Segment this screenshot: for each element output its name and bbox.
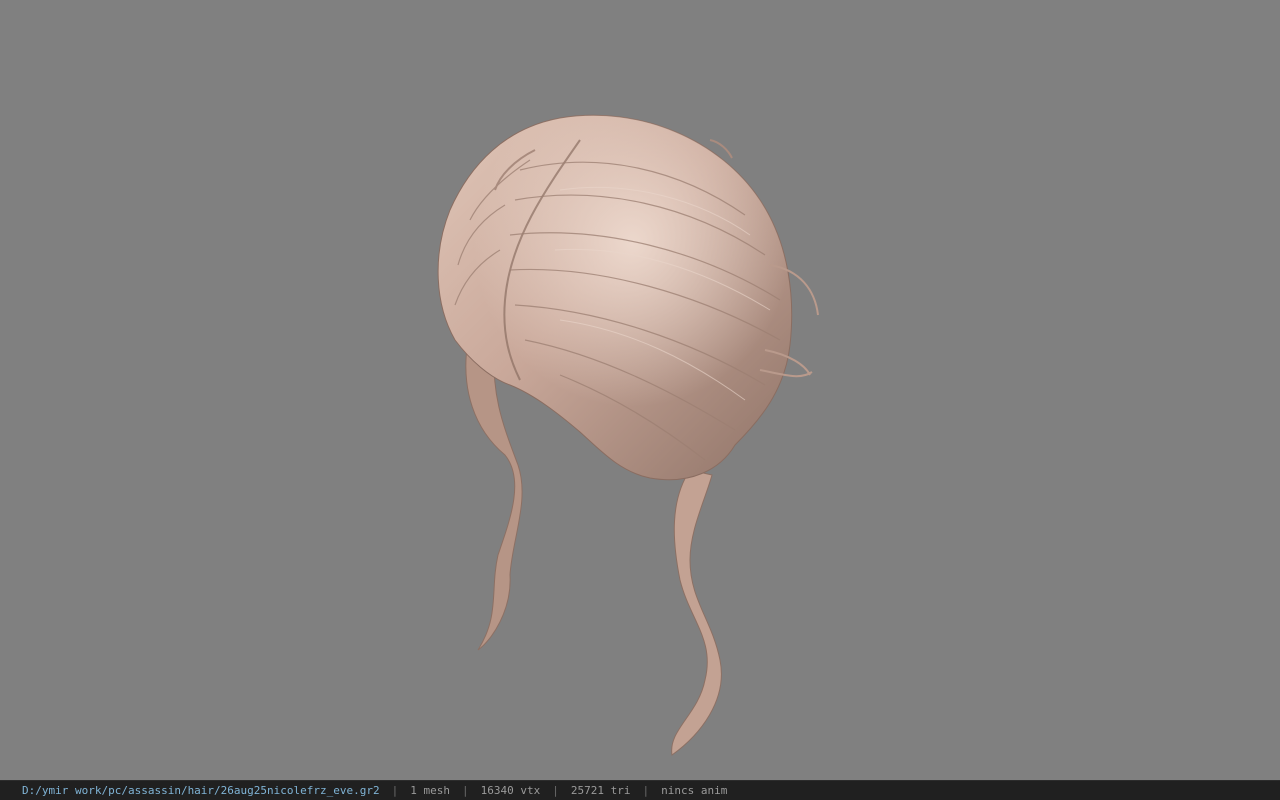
hair-strand-right <box>671 469 722 756</box>
triangle-count-label: 25721 tri <box>570 784 631 797</box>
hair-model[interactable] <box>0 0 1280 780</box>
status-bar: D:/ymir work/pc/assassin/hair/26aug25nic… <box>0 780 1280 800</box>
file-path-label: D:/ymir work/pc/assassin/hair/26aug25nic… <box>22 784 380 797</box>
animation-status-label: nincs anim <box>661 784 728 797</box>
mesh-count-label: 1 mesh <box>410 784 450 797</box>
status-separator: | <box>391 784 399 797</box>
status-separator: | <box>642 784 650 797</box>
vertex-count-label: 16340 vtx <box>480 784 541 797</box>
status-separator: | <box>552 784 559 797</box>
3d-viewport[interactable] <box>0 0 1280 780</box>
status-separator: | <box>462 784 469 797</box>
